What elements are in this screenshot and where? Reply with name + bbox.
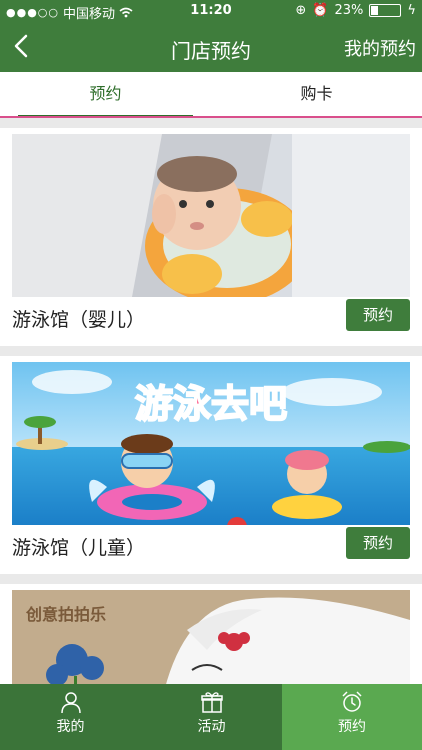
rotation-lock-icon: ⊕ (295, 3, 307, 18)
tab-divider (0, 116, 422, 118)
bottom-tab-label: 我的 (56, 719, 85, 735)
children-swim-banner[interactable]: 游泳去吧 (12, 362, 410, 525)
banner-title: 创意拍拍乐 (25, 605, 106, 624)
banner-slogan: 游泳去吧 (135, 382, 287, 426)
battery-percent: 23% (334, 3, 364, 18)
tab-reserve[interactable]: 预约 (0, 72, 211, 117)
status-bar: ●●●○○ 中国移动 11:20 ⊕ ⏰ 23% ϟ (0, 0, 422, 22)
store-name: 游泳馆（儿童） (12, 537, 146, 559)
bottom-tab-reserve[interactable]: 预约 (282, 684, 422, 750)
baby-swim-photo[interactable] (12, 134, 410, 297)
bottom-tab-label: 活动 (197, 719, 226, 735)
store-card-baby: 游泳馆（婴儿） 预约 (0, 128, 422, 346)
person-icon (60, 692, 81, 714)
gift-icon (200, 692, 223, 713)
bottom-tab-mine[interactable]: 我的 (0, 684, 141, 750)
tab-buy-card[interactable]: 购卡 (211, 72, 422, 116)
bottom-tab-label: 预约 (338, 719, 366, 735)
store-name: 游泳馆（婴儿） (12, 309, 146, 331)
tab-strip: 预约 购卡 (0, 72, 422, 118)
charging-icon: ϟ (407, 3, 416, 18)
reserve-button[interactable]: 预约 (346, 527, 410, 559)
store-card-children: 游泳去吧 游泳馆（儿童） 预约 (0, 356, 422, 574)
tab-buy-card-label: 购卡 (300, 84, 333, 103)
alarm-icon: ⏰ (312, 3, 329, 18)
store-card-photo: 创意拍拍乐 (0, 584, 422, 700)
nav-bar: 门店预约 我的预约 (0, 22, 422, 72)
battery-icon (369, 4, 402, 17)
alarm-clock-icon (342, 691, 362, 712)
my-reservations-link[interactable]: 我的预约 (344, 35, 416, 61)
bottom-tab-bar: 我的 活动 预约 (0, 684, 422, 750)
bottom-tab-activity[interactable]: 活动 (141, 684, 282, 750)
reserve-button[interactable]: 预约 (346, 299, 410, 331)
tab-reserve-label: 预约 (89, 84, 122, 103)
